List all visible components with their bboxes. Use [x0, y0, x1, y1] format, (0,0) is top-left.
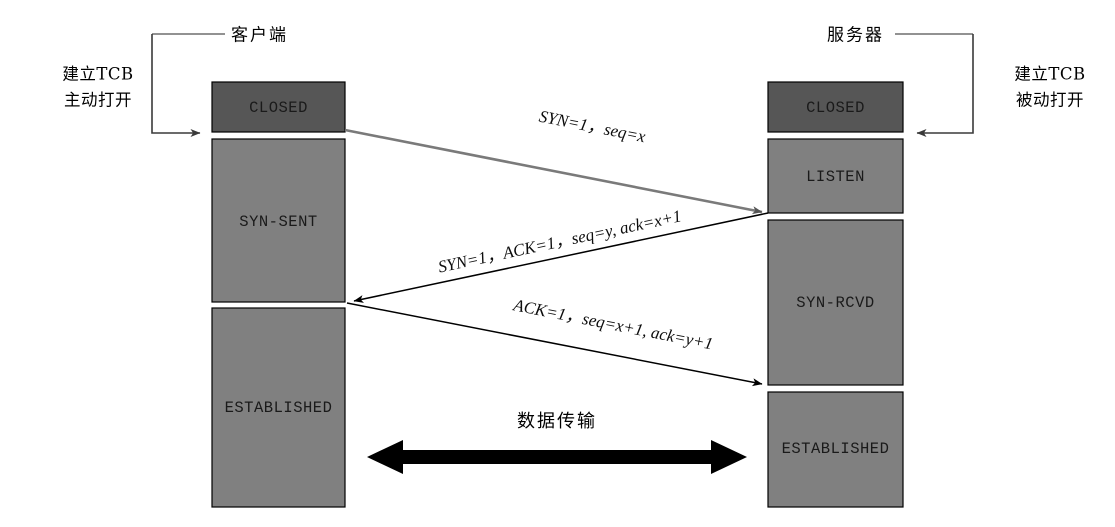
data-transfer-group: 数据传输 [367, 411, 747, 474]
server-title: 服务器 [827, 26, 884, 46]
message-syn-arrow [344, 128, 763, 215]
server-state-closed-label: CLOSED [806, 99, 865, 117]
client-state-established: ESTABLISHED [211, 307, 346, 508]
client-note: 建立TCB 主动打开 [62, 65, 133, 110]
client-title: 客户端 [231, 26, 288, 46]
server-state-closed: CLOSED [767, 81, 904, 133]
client-state-closed: CLOSED [211, 81, 346, 133]
message-syn-ack-arrow [353, 212, 769, 303]
client-state-closed-label: CLOSED [249, 99, 308, 117]
diagram-canvas: 客户端 建立TCB 主动打开 CLOSED SYN-SENT ESTABLISH… [62, 26, 1085, 508]
message-syn: SYN=1，seq=x [344, 107, 763, 215]
server-state-listen-label: LISTEN [806, 168, 865, 186]
server-note-line1: 建立TCB [1014, 65, 1085, 84]
message-syn-label: SYN=1，seq=x [538, 107, 648, 147]
message-ack-label: ACK=1，seq=x+1, ack=y+1 [511, 295, 715, 353]
data-transfer-double-arrow [367, 440, 747, 474]
server-state-listen: LISTEN [767, 138, 904, 214]
server-state-syn-rcvd: SYN-RCVD [767, 219, 904, 386]
message-ack: ACK=1，seq=x+1, ack=y+1 [346, 295, 763, 387]
tcp-handshake-diagram: 客户端 建立TCB 主动打开 CLOSED SYN-SENT ESTABLISH… [0, 0, 1115, 527]
client-state-established-label: ESTABLISHED [225, 399, 333, 417]
client-note-line2: 主动打开 [64, 91, 132, 110]
server-note: 建立TCB 被动打开 [1014, 65, 1085, 110]
client-note-line1: 建立TCB [62, 65, 133, 84]
data-transfer-label: 数据传输 [517, 411, 597, 432]
server-note-line2: 被动打开 [1016, 91, 1084, 110]
server-open-bracket-arrow [916, 34, 974, 137]
client-state-syn-sent-label: SYN-SENT [239, 213, 317, 231]
message-syn-ack: SYN=1，ACK=1，seq=y, ack=x+1 [353, 206, 769, 303]
client-open-bracket-arrow [151, 34, 201, 137]
server-state-established: ESTABLISHED [767, 391, 904, 508]
client-state-syn-sent: SYN-SENT [211, 138, 346, 303]
server-state-syn-rcvd-label: SYN-RCVD [796, 294, 874, 312]
server-state-established-label: ESTABLISHED [782, 440, 890, 458]
message-syn-ack-label: SYN=1，ACK=1，seq=y, ack=x+1 [436, 206, 683, 276]
